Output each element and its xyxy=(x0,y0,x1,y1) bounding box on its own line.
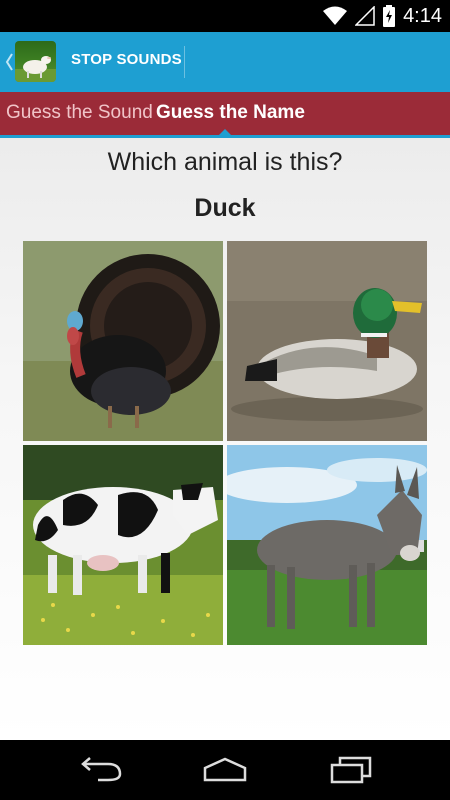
action-bar: STOP SOUNDS xyxy=(0,32,450,92)
action-bar-divider xyxy=(184,46,185,78)
lamb-icon[interactable] xyxy=(15,41,56,82)
tab-selected-caret xyxy=(219,129,231,135)
tab-guess-the-sound[interactable]: Guess the Sound xyxy=(6,102,153,124)
status-bar: 4:14 xyxy=(0,0,450,32)
quiz-answer-name: Duck xyxy=(194,194,256,222)
signal-icon xyxy=(355,6,375,26)
choice-donkey-image[interactable] xyxy=(227,445,427,645)
status-time: 4:14 xyxy=(403,4,442,27)
quiz-question: Which animal is this? xyxy=(107,148,343,176)
choice-turkey-image[interactable] xyxy=(23,241,223,441)
quiz-content: Which animal is this? Duck xyxy=(0,138,450,740)
status-icons: 4:14 xyxy=(323,4,442,28)
home-icon[interactable] xyxy=(200,754,250,786)
choice-duck-image[interactable] xyxy=(227,241,427,441)
battery-charging-icon xyxy=(383,5,396,27)
up-caret-icon[interactable] xyxy=(4,50,14,74)
app-title[interactable]: STOP SOUNDS xyxy=(71,51,182,68)
tab-guess-the-name[interactable]: Guess the Name xyxy=(156,102,305,124)
choice-cow-image[interactable] xyxy=(23,445,223,645)
navigation-bar xyxy=(0,740,450,800)
recent-apps-icon[interactable] xyxy=(326,754,376,786)
wifi-icon xyxy=(323,6,348,25)
back-icon[interactable] xyxy=(76,754,126,786)
tab-bar: Guess the Sound Guess the Name xyxy=(0,92,450,138)
